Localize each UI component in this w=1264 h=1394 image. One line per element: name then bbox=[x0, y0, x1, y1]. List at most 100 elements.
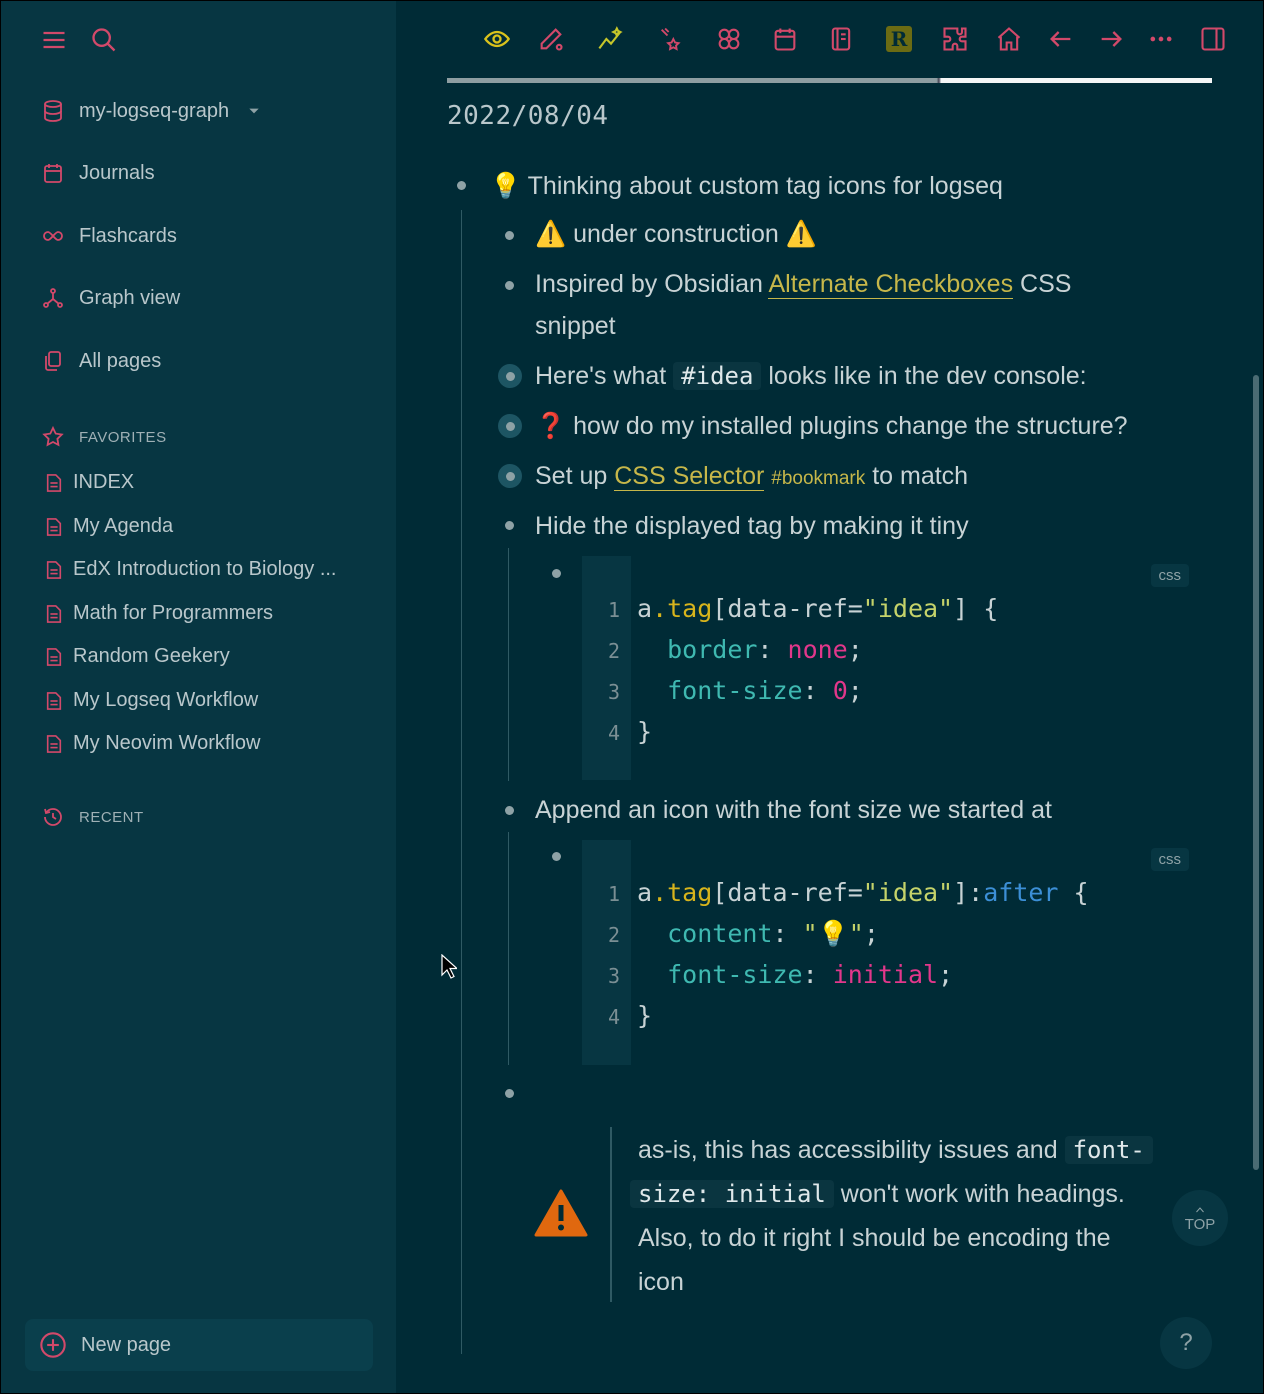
block-bullet[interactable] bbox=[505, 281, 514, 290]
warning-emoji: ⚠️ bbox=[535, 220, 567, 248]
r-badge-label: R bbox=[886, 26, 912, 52]
home-icon[interactable] bbox=[992, 22, 1026, 56]
collapsed-block-bullet[interactable] bbox=[498, 414, 522, 438]
stars-icon[interactable] bbox=[654, 22, 688, 56]
page-icon bbox=[46, 647, 62, 666]
arrow-left-icon[interactable] bbox=[1044, 22, 1078, 56]
block-content[interactable]: Inspired by Obsidian Alternate Checkboxe… bbox=[535, 270, 1071, 299]
sidebar-item-graph-view[interactable]: Graph view bbox=[41, 286, 180, 310]
journal-date-title[interactable]: 2022/08/04 bbox=[447, 101, 609, 131]
block-bullet[interactable] bbox=[505, 231, 514, 240]
favorite-item[interactable]: EdX Introduction to Biology ... bbox=[45, 558, 337, 581]
block-content[interactable]: 💡 Thinking about custom tag icons for lo… bbox=[490, 172, 1003, 201]
block-bullet[interactable] bbox=[505, 1089, 514, 1098]
block-content[interactable]: Here's what #idea looks like in the dev … bbox=[535, 362, 1087, 391]
code-line: a.tag[data-ref="idea"] { bbox=[637, 594, 999, 623]
block-bullet[interactable] bbox=[552, 852, 561, 861]
collapsed-block-bullet[interactable] bbox=[498, 464, 522, 488]
page-icon bbox=[46, 560, 62, 579]
recent-heading[interactable]: RECENT bbox=[41, 805, 144, 829]
scrollbar[interactable] bbox=[1253, 375, 1259, 1170]
favorite-item[interactable]: Random Geekery bbox=[45, 645, 230, 668]
line-number: 4 bbox=[608, 1005, 621, 1029]
r-badge-icon[interactable]: R bbox=[882, 22, 916, 56]
chevron-up-icon bbox=[1196, 1206, 1204, 1212]
plugin-icon[interactable] bbox=[938, 22, 972, 56]
block-content[interactable]: ⚠️ under construction ⚠️ bbox=[535, 220, 817, 249]
page-link[interactable]: Alternate Checkboxes bbox=[768, 270, 1014, 299]
block-content[interactable]: Set up CSS Selector #bookmark to match bbox=[535, 462, 968, 491]
new-page-button[interactable]: New page bbox=[25, 1319, 373, 1371]
block-content[interactable]: Hide the displayed tag by making it tiny bbox=[535, 512, 969, 541]
code-line: content: "💡"; bbox=[667, 919, 879, 948]
book-icon[interactable] bbox=[824, 22, 858, 56]
favorite-item[interactable]: Math for Programmers bbox=[45, 602, 273, 625]
sidebar-item-label: Flashcards bbox=[79, 224, 177, 247]
code-line: a.tag[data-ref="idea"]:after { bbox=[637, 878, 1089, 907]
code-language-label[interactable]: css bbox=[1150, 848, 1189, 871]
inline-code: font- bbox=[1064, 1136, 1153, 1164]
pages-icon bbox=[45, 351, 61, 371]
favorite-item[interactable]: My Neovim Workflow bbox=[45, 732, 260, 755]
block-guide-line bbox=[461, 210, 462, 1354]
database-icon bbox=[44, 100, 62, 122]
sidebar-item-label: Journals bbox=[79, 161, 155, 184]
block-bullet[interactable] bbox=[552, 569, 561, 578]
line-number: 2 bbox=[608, 639, 621, 663]
search-icon[interactable] bbox=[87, 23, 121, 57]
embedded-image-edge bbox=[447, 78, 1212, 83]
collapsed-block-bullet[interactable] bbox=[498, 364, 522, 388]
block-bullet[interactable] bbox=[505, 806, 514, 815]
block-content-wrap: snippet bbox=[535, 312, 616, 340]
caret-down-icon bbox=[249, 108, 259, 114]
block-content[interactable]: ❓ how do my installed plugins change the… bbox=[535, 412, 1128, 441]
favorites-heading[interactable]: FAVORITES bbox=[41, 425, 167, 449]
block-bullet[interactable] bbox=[505, 521, 514, 530]
graph-name: my-logseq-graph bbox=[79, 99, 230, 122]
graph-selector[interactable]: my-logseq-graph bbox=[41, 99, 261, 123]
sidebar-item-label: Graph view bbox=[79, 286, 181, 309]
admonition-border bbox=[610, 1127, 612, 1302]
code-gutter bbox=[582, 840, 631, 1065]
code-line: } bbox=[637, 1001, 653, 1030]
menu-icon[interactable] bbox=[37, 23, 71, 57]
infinity-icon bbox=[43, 231, 63, 241]
code-language-label[interactable]: css bbox=[1150, 564, 1189, 587]
sidebar-toggle-icon[interactable] bbox=[1196, 22, 1230, 56]
sidebar-item-flashcards[interactable]: Flashcards bbox=[41, 224, 177, 248]
lightbulb-emoji: 💡 bbox=[490, 172, 522, 200]
block-content[interactable]: Append an icon with the font size we sta… bbox=[535, 796, 1052, 825]
more-icon[interactable] bbox=[1144, 22, 1178, 56]
page-link[interactable]: CSS Selector bbox=[614, 462, 765, 491]
plus-circle-icon bbox=[40, 1332, 66, 1358]
sidebar-item-journals[interactable]: Journals bbox=[41, 161, 155, 185]
favorite-item[interactable]: My Agenda bbox=[45, 515, 173, 538]
sidebar-item-all-pages[interactable]: All pages bbox=[41, 349, 161, 373]
eye-icon[interactable] bbox=[480, 22, 514, 56]
arrow-right-icon[interactable] bbox=[1094, 22, 1128, 56]
sparkline-icon[interactable] bbox=[594, 22, 628, 56]
favorite-item[interactable]: INDEX bbox=[45, 471, 134, 494]
favorite-item[interactable]: My Logseq Workflow bbox=[45, 689, 258, 712]
calendar-icon bbox=[44, 164, 62, 183]
code-line: font-size: initial; bbox=[667, 960, 954, 989]
page-icon bbox=[46, 734, 62, 753]
block-guide-line bbox=[508, 548, 509, 781]
line-number: 4 bbox=[608, 721, 621, 745]
code-block[interactable]: css 1 2 3 4 a.tag[data-ref="idea"]:after… bbox=[582, 840, 1199, 1065]
calendar-icon[interactable] bbox=[768, 22, 802, 56]
mouse-cursor-icon bbox=[441, 953, 459, 985]
inline-code: size: initial bbox=[630, 1180, 834, 1208]
pencil-icon[interactable] bbox=[534, 22, 568, 56]
puzzle-knot-icon[interactable] bbox=[712, 22, 746, 56]
page-icon bbox=[46, 691, 62, 710]
scroll-to-top-button[interactable]: TOP bbox=[1172, 1190, 1228, 1246]
tag-link[interactable]: #bookmark bbox=[771, 468, 865, 489]
help-button[interactable]: ? bbox=[1160, 1317, 1212, 1369]
warning-admonition-text[interactable]: as-is, this has accessibility issues and… bbox=[630, 1128, 1183, 1304]
history-icon bbox=[44, 808, 62, 826]
block-bullet[interactable] bbox=[457, 181, 466, 190]
question-emoji: ❓ bbox=[535, 412, 567, 440]
code-block[interactable]: css 1 2 3 4 a.tag[data-ref="idea"] { bor… bbox=[582, 556, 1199, 780]
line-number: 3 bbox=[608, 680, 621, 704]
